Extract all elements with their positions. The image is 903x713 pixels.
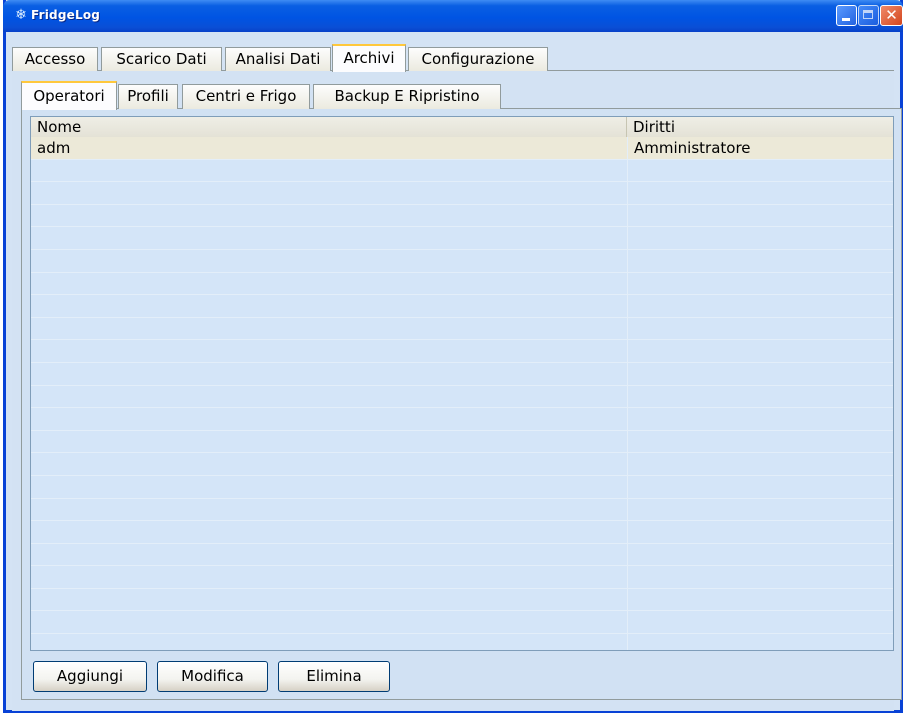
column-header-nome[interactable]: Nome [31,117,627,137]
close-icon: ✕ [885,6,898,24]
cell-nome [31,363,627,385]
cell-diritti [627,249,889,272]
cell-diritti [627,159,889,182]
table-row[interactable] [31,317,893,341]
title-bar[interactable]: ❄ FridgeLog ✕ [3,0,903,32]
cell-diritti [627,611,889,634]
cell-nome [31,611,627,633]
cell-diritti [627,272,889,295]
cell-diritti [627,475,889,498]
cell-diritti [627,453,889,476]
snowflake-icon: ❄ [15,7,27,23]
cell-diritti [627,566,889,589]
table-row[interactable] [31,566,893,589]
cell-diritti [627,317,889,340]
table-row[interactable] [31,295,893,318]
table-row[interactable]: adm Amministratore [31,137,893,160]
delete-button[interactable]: Elimina [278,661,390,692]
cell-nome [31,453,627,475]
cell-nome [31,634,627,650]
table-row[interactable] [31,159,893,183]
cell-nome [31,340,627,362]
cell-nome: adm [37,139,71,157]
cell-nome [31,250,627,272]
table-row[interactable] [31,385,893,409]
table-row[interactable] [31,204,893,228]
cell-nome [31,295,627,317]
maximize-button[interactable] [858,5,879,26]
tab-configurazione[interactable]: Configurazione [408,47,548,71]
tab-centri-e-frigo[interactable]: Centri e Frigo [182,84,310,109]
cell-nome [31,408,627,430]
cell-nome [31,499,627,521]
cell-diritti [627,385,889,408]
cell-nome [31,318,627,340]
cell-diritti [627,408,889,431]
table-row[interactable] [31,634,893,650]
cell-nome [31,182,627,204]
table-row[interactable] [31,498,893,522]
cell-diritti [627,521,889,544]
table-row[interactable] [31,182,893,205]
table-row[interactable] [31,249,893,273]
operators-table[interactable]: Nome Diritti adm Amministratore [30,116,894,651]
minimize-button[interactable] [836,5,857,26]
table-header: Nome Diritti [31,117,893,138]
cell-nome [31,589,627,611]
cell-diritti [627,543,889,566]
edit-button[interactable]: Modifica [157,661,268,692]
cell-diritti [627,498,889,521]
tab-analisi-dati[interactable]: Analisi Dati [225,47,331,71]
tab-accesso[interactable]: Accesso [12,47,98,71]
cell-nome [31,205,627,227]
cell-diritti [627,634,889,650]
cell-nome [31,160,627,182]
window-title: FridgeLog [31,8,101,22]
tab-profili[interactable]: Profili [118,84,178,109]
cell-diritti [627,182,889,205]
table-row[interactable] [31,453,893,476]
cell-nome [31,544,627,566]
table-row[interactable] [31,588,893,612]
cell-nome [31,273,627,295]
cell-nome [31,386,627,408]
cell-diritti [627,204,889,227]
cell-nome [31,476,627,498]
table-row[interactable] [31,521,893,544]
table-row[interactable] [31,430,893,454]
cell-nome [31,431,627,453]
table-row[interactable] [31,475,893,499]
table-body: adm Amministratore [31,137,893,650]
cell-diritti [627,588,889,611]
close-button[interactable]: ✕ [880,5,903,26]
add-button[interactable]: Aggiungi [33,661,147,692]
table-row[interactable] [31,340,893,363]
tab-archivi[interactable]: Archivi [332,44,406,72]
column-header-diritti[interactable]: Diritti [627,117,889,137]
table-row[interactable] [31,227,893,250]
table-row[interactable] [31,272,893,296]
table-row[interactable] [31,362,893,386]
cell-nome [31,227,627,249]
tab-backup-e-ripristino[interactable]: Backup E Ripristino [313,84,501,109]
cell-nome [31,566,627,588]
cell-diritti [627,295,889,318]
cell-diritti [627,430,889,453]
cell-diritti [627,362,889,385]
table-row[interactable] [31,543,893,567]
tab-operatori[interactable]: Operatori [21,81,117,110]
tab-scarico-dati[interactable]: Scarico Dati [101,47,222,71]
cell-diritti [627,227,889,250]
table-row[interactable] [31,408,893,431]
table-row[interactable] [31,611,893,635]
cell-nome [31,521,627,543]
cell-diritti: Amministratore [627,137,889,159]
cell-diritti [627,340,889,363]
